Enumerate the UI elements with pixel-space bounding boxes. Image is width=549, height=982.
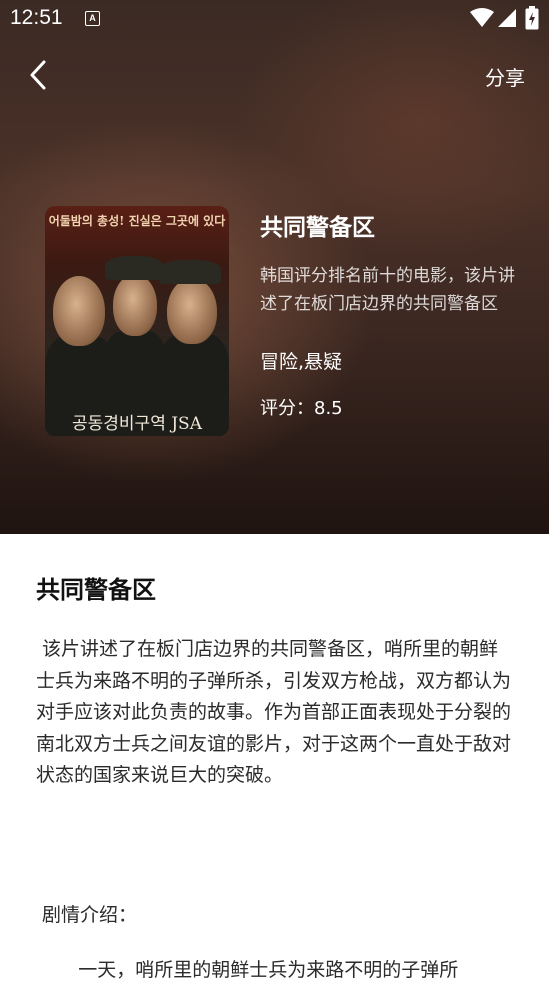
poster-cap-right xyxy=(159,260,221,284)
detail-content: 共同警备区 该片讲述了在板门店边界的共同警备区，哨所里的朝鲜士兵为来路不明的子弹… xyxy=(0,534,549,981)
wifi-icon xyxy=(470,8,494,27)
hero-header: 12:51 A 分享 어둘밤의 총성! 진실은 그곳에 있다 공동경비구역 JS… xyxy=(0,0,549,534)
plot-text: 一天，哨所里的朝鲜士兵为来路不明的子弹所 xyxy=(36,959,459,981)
poster-title: 공동경비구역 JSA xyxy=(72,414,202,434)
movie-summary: 韩国评分排名前十的电影，该片讲述了在板门店边界的共同警备区 xyxy=(260,266,515,314)
back-chevron-icon[interactable] xyxy=(26,58,56,92)
movie-genre: 冒险,悬疑 xyxy=(260,351,343,373)
poster-tagline: 어둘밤의 총성! 진실은 그곳에 있다 xyxy=(48,214,226,228)
movie-title: 共同警备区 xyxy=(260,215,375,241)
poster-cap-center xyxy=(105,256,163,280)
movie-rating: 评分：8.5 xyxy=(260,398,343,419)
movie-poster: 어둘밤의 총성! 진실은 그곳에 있다 공동경비구역 JSA xyxy=(45,206,229,436)
status-time: 12:51 xyxy=(10,6,63,29)
battery-charging-icon xyxy=(525,6,539,30)
poster-face-right xyxy=(167,278,217,344)
notification-icon: A xyxy=(85,11,100,26)
movie-description: 该片讲述了在板门店边界的共同警备区，哨所里的朝鲜士兵为来路不明的子弹所杀，引发双… xyxy=(36,638,512,786)
poster-face-center xyxy=(113,274,157,336)
status-bar: 12:51 A xyxy=(0,0,549,36)
share-button[interactable]: 分享 xyxy=(485,62,525,91)
poster-face-left xyxy=(53,276,105,346)
signal-icon xyxy=(498,9,516,27)
section-title: 共同警备区 xyxy=(36,576,156,604)
plot-label: 剧情介绍： xyxy=(36,904,138,926)
